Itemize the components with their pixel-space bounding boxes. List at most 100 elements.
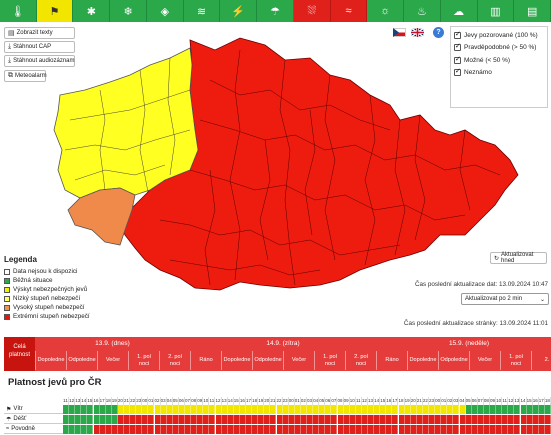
validity-cell[interactable] <box>142 415 149 424</box>
validity-cell[interactable] <box>154 405 161 414</box>
validity-cell[interactable] <box>93 405 100 414</box>
validity-cell[interactable] <box>471 405 478 414</box>
validity-cell[interactable] <box>136 425 143 434</box>
validity-cell[interactable] <box>75 425 82 434</box>
validity-cell[interactable] <box>105 405 112 414</box>
validity-cell[interactable] <box>514 405 521 414</box>
validity-cell[interactable] <box>191 405 198 414</box>
validity-cell[interactable] <box>447 405 454 414</box>
validity-cell[interactable] <box>221 405 228 414</box>
refresh-interval-select[interactable]: Aktualizovat po 2 min ⌄ <box>461 293 549 305</box>
validity-cell[interactable] <box>441 405 448 414</box>
validity-cell[interactable] <box>197 405 204 414</box>
validity-cell[interactable] <box>93 415 100 424</box>
validity-cell[interactable] <box>258 405 265 414</box>
validity-cell[interactable] <box>227 405 234 414</box>
validity-cell[interactable] <box>288 425 295 434</box>
validity-cell[interactable] <box>69 415 76 424</box>
validity-cell[interactable] <box>349 425 356 434</box>
validity-cell[interactable] <box>258 415 265 424</box>
validity-cell[interactable] <box>75 405 82 414</box>
validity-cell[interactable] <box>520 405 527 414</box>
validity-cell[interactable] <box>538 405 545 414</box>
validity-cell[interactable] <box>343 425 350 434</box>
validity-cell[interactable] <box>130 415 137 424</box>
validity-cell[interactable] <box>227 425 234 434</box>
validity-cell[interactable] <box>410 425 417 434</box>
rain-tab[interactable]: ☂ <box>257 0 294 22</box>
validity-cell[interactable] <box>264 425 271 434</box>
validity-cell[interactable] <box>416 425 423 434</box>
validity-cell[interactable] <box>282 405 289 414</box>
validity-cell[interactable] <box>490 415 496 424</box>
validity-cell[interactable] <box>130 405 137 414</box>
validity-cell[interactable] <box>99 415 106 424</box>
timeline-full-validity[interactable]: Celá platnost <box>4 337 35 371</box>
validity-cell[interactable] <box>313 405 320 414</box>
validity-cell[interactable] <box>93 425 100 434</box>
validity-cell[interactable] <box>209 405 216 414</box>
validity-cell[interactable] <box>215 425 222 434</box>
validity-cell[interactable] <box>294 425 301 434</box>
timeline-slot[interactable]: Ráno <box>376 351 407 370</box>
validity-cell[interactable] <box>508 415 515 424</box>
validity-cell[interactable] <box>410 415 417 424</box>
validity-cell[interactable] <box>69 405 76 414</box>
validity-cell[interactable] <box>392 415 399 424</box>
validity-cell[interactable] <box>477 425 484 434</box>
validity-cell[interactable] <box>319 415 326 424</box>
validity-cell[interactable] <box>252 405 259 414</box>
validity-cell[interactable] <box>258 425 265 434</box>
validity-cell[interactable] <box>111 415 118 424</box>
timeline-slot[interactable]: Dopoledne <box>407 351 438 370</box>
flood-tab[interactable]: ≈ <box>330 0 368 22</box>
validity-cell[interactable] <box>191 415 198 424</box>
timeline-slot[interactable]: 2. <box>531 351 551 370</box>
validity-cell[interactable] <box>270 405 277 414</box>
validity-cell[interactable] <box>117 415 124 424</box>
validity-cell[interactable] <box>441 415 448 424</box>
timeline-slot[interactable]: 1. pol noci <box>128 351 159 370</box>
heavy-rain-tab[interactable]: ⛆ <box>293 0 331 22</box>
validity-cell[interactable] <box>233 425 240 434</box>
validity-cell[interactable] <box>209 425 216 434</box>
validity-cell[interactable] <box>172 415 179 424</box>
validity-cell[interactable] <box>416 415 423 424</box>
validity-cell[interactable] <box>453 405 460 414</box>
validity-cell[interactable] <box>355 425 362 434</box>
drought-tab[interactable]: ☼ <box>367 0 405 22</box>
timeline-slot[interactable]: Odpoledne <box>438 351 469 370</box>
validity-cell[interactable] <box>361 405 368 414</box>
validity-cell[interactable] <box>361 415 368 424</box>
validity-cell[interactable] <box>538 415 545 424</box>
timeline-slot[interactable]: Odpoledne <box>66 351 97 370</box>
validity-cell[interactable] <box>520 415 527 424</box>
validity-cell[interactable] <box>215 415 222 424</box>
validity-cell[interactable] <box>404 405 411 414</box>
validity-cell[interactable] <box>380 415 387 424</box>
validity-cell[interactable] <box>319 425 326 434</box>
validity-cell[interactable] <box>392 405 399 414</box>
validity-cell[interactable] <box>514 425 521 434</box>
thermometer-heat-tab[interactable]: 🌡 <box>0 0 37 22</box>
validity-cell[interactable] <box>294 415 301 424</box>
validity-cell[interactable] <box>160 425 167 434</box>
timeline-slot[interactable]: Odpoledne <box>252 351 283 370</box>
validity-cell[interactable] <box>477 415 484 424</box>
validity-cell[interactable] <box>404 425 411 434</box>
validity-cell[interactable] <box>148 405 155 414</box>
validity-cell[interactable] <box>465 425 472 434</box>
validity-cell[interactable] <box>154 425 161 434</box>
timeline-slot[interactable]: 1. pol noci <box>314 351 345 370</box>
validity-cell[interactable] <box>130 425 137 434</box>
fire-tab[interactable]: ♨ <box>404 0 441 22</box>
validity-cell[interactable] <box>490 425 496 434</box>
timeline-slot[interactable]: 2. pol noci <box>345 351 376 370</box>
validity-cell[interactable] <box>544 415 551 424</box>
validity-cell[interactable] <box>191 425 198 434</box>
validity-cell[interactable] <box>69 425 76 434</box>
snowdrift-tab[interactable]: ≋ <box>184 0 221 22</box>
validity-cell[interactable] <box>538 425 545 434</box>
validity-cell[interactable] <box>361 425 368 434</box>
validity-cell[interactable] <box>63 415 69 424</box>
